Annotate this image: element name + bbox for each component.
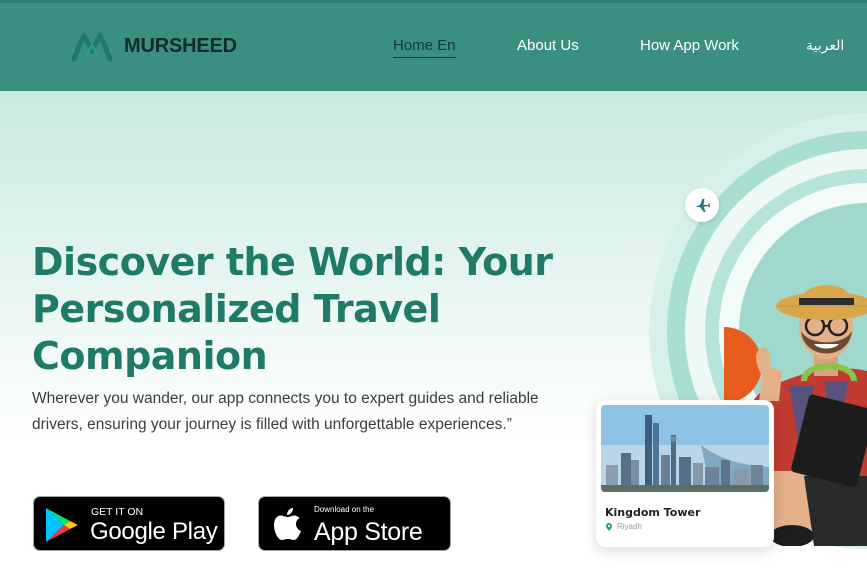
google-play-small-label: GET IT ON	[91, 506, 144, 518]
city-skyline-photo	[601, 405, 769, 492]
app-store-small-label: Download on the	[314, 505, 375, 514]
place-name: Kingdom Tower	[605, 506, 701, 519]
top-header: MURSHEED Home En About Us How App Work ا…	[0, 0, 867, 91]
hero-title: Discover the World: Your Personalized Tr…	[32, 240, 553, 378]
app-store-label: App Store	[314, 518, 423, 546]
google-play-icon	[46, 508, 78, 542]
nav-about-link[interactable]: About Us	[517, 37, 579, 54]
nav-how-app-works-link[interactable]: How App Work	[640, 37, 739, 54]
hero-section: Discover the World: Your Personalized Tr…	[0, 91, 867, 578]
nav-language-arabic-link[interactable]: العربية	[806, 37, 844, 54]
main-nav: Home En About Us How App Work العربية	[0, 37, 867, 59]
app-store-button[interactable]: Download on the App Store	[258, 496, 451, 551]
google-play-button[interactable]: GET IT ON Google Play	[33, 496, 225, 551]
apple-icon	[274, 508, 301, 540]
google-play-label: Google Play	[90, 518, 218, 545]
location-pin-icon	[606, 522, 612, 531]
nav-home-link[interactable]: Home En	[393, 37, 456, 58]
place-location: Riyadh	[606, 522, 642, 531]
place-location-label: Riyadh	[617, 522, 642, 531]
place-card[interactable]: Kingdom Tower Riyadh	[596, 400, 774, 547]
hero-description: Wherever you wander, our app connects yo…	[32, 390, 539, 433]
